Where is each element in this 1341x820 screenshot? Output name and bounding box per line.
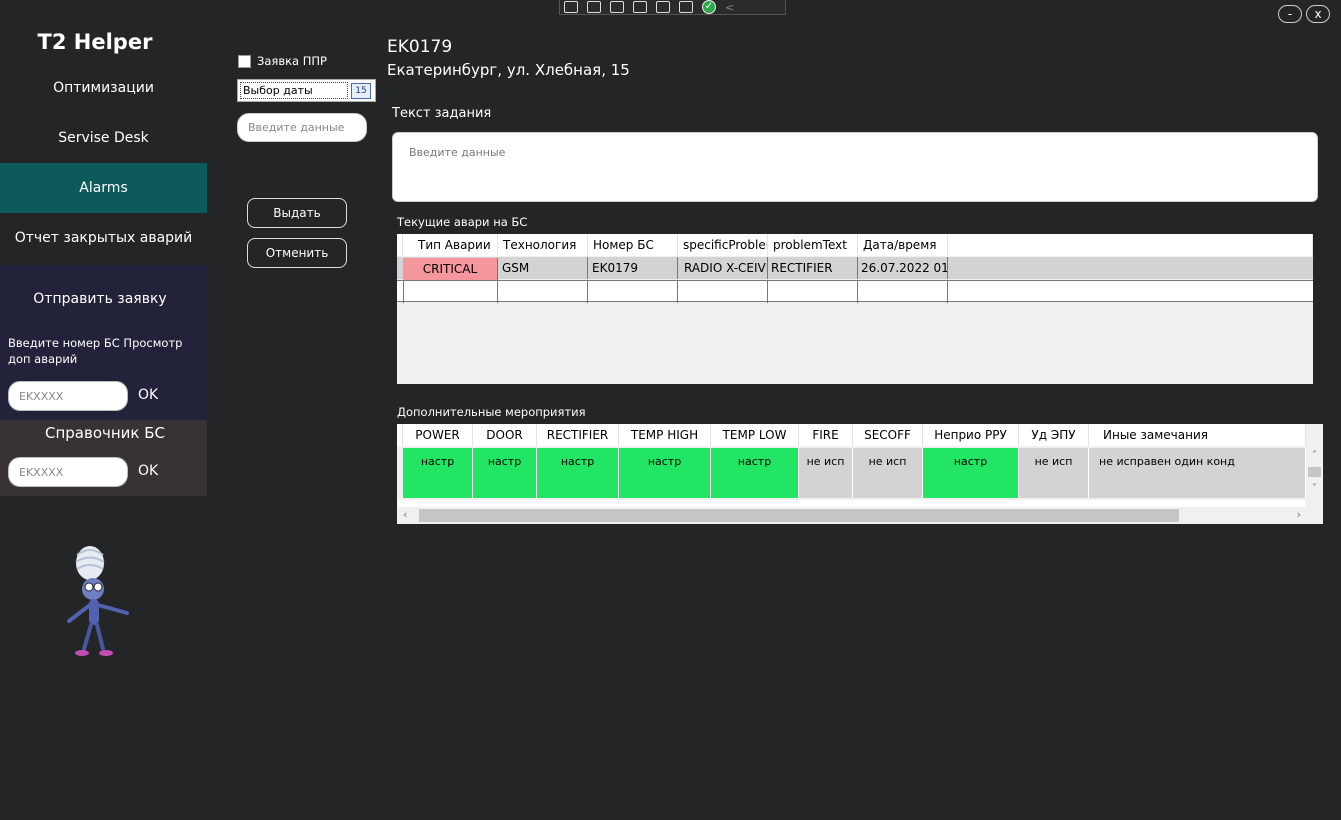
task-text-area[interactable]: Введите данные [392,132,1318,202]
column-header[interactable]: Дата/время [858,234,948,256]
bs-number-input[interactable]: EKXXXX [8,381,128,411]
column-header[interactable]: Тип Аварии [403,234,498,256]
task-text-label: Текст задания [392,106,492,121]
check-icon[interactable]: ✓ [702,0,716,14]
calendar-icon[interactable]: 15 [351,83,371,99]
select-icon[interactable] [656,1,670,13]
column-header[interactable]: Иные замечания [1089,424,1306,446]
scroll-right-icon[interactable]: › [1297,508,1301,521]
column-header[interactable]: Уд ЭПУ [1019,424,1089,446]
app-title: T2 Helper [37,30,153,54]
camera-icon[interactable] [587,1,601,13]
current-alarms-label: Текущие авари на БС [397,215,528,229]
nav-item-service-desk[interactable]: Servise Desk [0,113,207,163]
empty-cell[interactable] [403,281,498,303]
next-row-stub [397,500,1306,507]
bs-reference-title: Справочник БС [44,424,166,442]
settings-icon[interactable] [564,1,578,13]
column-header[interactable]: Технология [498,234,588,256]
bs-number-prompt: Введите номер БС Просмотр доп аварий [8,336,183,366]
problem-text-cell[interactable]: RECTIFIER [768,257,858,279]
mascot-image [67,546,129,656]
other-remarks-cell[interactable]: не исправен один конд [1089,448,1306,498]
send-request-title[interactable]: Отправить заявку [0,291,200,307]
date-field[interactable]: Выбор даты [240,82,348,99]
empty-cell[interactable] [768,281,858,303]
pointer-icon[interactable] [610,1,624,13]
sidebar: T2 Helper Оптимизации Servise Desk Alarm… [0,0,207,820]
current-alarms-grid: Тип Аварии Технология Номер БС specificP… [397,234,1313,384]
technology-cell[interactable]: GSM [498,257,588,279]
send-request-panel: Отправить заявку Введите номер БС Просмо… [0,265,207,420]
column-header[interactable]: SECOFF [853,424,923,446]
non-priority-rru-cell[interactable]: настр [923,448,1019,498]
empty-cell[interactable] [858,281,948,303]
column-header[interactable]: FIRE [799,424,853,446]
column-header[interactable]: TEMP HIGH [619,424,711,446]
alarm-type-cell[interactable]: CRITICAL [403,258,498,280]
request-data-input[interactable]: Введите данные [237,113,367,142]
ppr-request-checkbox[interactable] [238,55,251,68]
door-cell[interactable]: настр [473,448,537,498]
site-address: Екатеринбург, ул. Хлебная, 15 [387,61,630,79]
nav-item-optimizations[interactable]: Оптимизации [0,63,207,113]
column-header[interactable]: POWER [403,424,473,446]
bs-number-cell[interactable]: EK0179 [588,257,678,279]
gear-icon[interactable] [679,1,693,13]
minimize-button[interactable]: - [1278,5,1302,23]
column-header[interactable]: problemText [768,234,858,256]
column-header[interactable]: Неприо РРУ [923,424,1019,446]
temp-high-cell[interactable]: настр [619,448,711,498]
column-header[interactable]: Номер БС [588,234,678,256]
column-header[interactable]: DOOR [473,424,537,446]
nav-item-alarms[interactable]: Alarms [0,163,207,213]
remote-epu-cell[interactable]: не исп [1019,448,1089,498]
specific-problem-cell[interactable]: RADIO X-CEIVER [678,257,768,279]
empty-cell[interactable] [678,281,768,303]
fire-cell[interactable]: не исп [799,448,853,498]
issue-button[interactable]: Выдать [247,198,347,228]
cancel-button[interactable]: Отменить [247,238,347,268]
frame-icon[interactable] [633,1,647,13]
bs-reference-ok-button[interactable]: OK [138,463,158,479]
datetime-cell[interactable]: 26.07.2022 01:10 [858,257,948,279]
rectifier-cell[interactable]: настр [537,448,619,498]
empty-cell[interactable] [588,281,678,303]
additional-measures-grid: POWER DOOR RECTIFIER TEMP HIGH TEMP LOW … [397,424,1323,524]
chevron-left-icon[interactable]: < [725,1,734,14]
nav-item-closed-alarms-report[interactable]: Отчет закрытых аварий [0,213,207,263]
column-header[interactable]: TEMP LOW [711,424,799,446]
ppr-request-label: Заявка ППР [257,54,327,68]
top-toolbar: ✓ < [559,0,786,15]
vertical-scrollbar[interactable]: ˄ ˅ [1306,446,1323,508]
power-cell[interactable]: настр [403,448,473,498]
scroll-left-icon[interactable]: ‹ [403,508,407,521]
scroll-thumb[interactable] [419,509,1179,522]
empty-cell[interactable] [498,281,588,303]
additional-measures-label: Дополнительные мероприятия [397,405,586,419]
bs-number-ok-button[interactable]: OK [138,387,158,403]
secoff-cell[interactable]: не исп [853,448,923,498]
bs-reference-input[interactable]: EKXXXX [8,457,128,487]
column-header[interactable]: specificProblem [678,234,768,256]
bs-reference-panel: Справочник БС EKXXXX OK [0,420,207,496]
temp-low-cell[interactable]: настр [711,448,799,498]
column-header-filler [948,234,1313,256]
close-button[interactable]: x [1306,5,1330,23]
column-header[interactable]: RECTIFIER [537,424,619,446]
site-id: EK0179 [387,37,453,57]
horizontal-scrollbar[interactable]: ‹ › [397,507,1323,524]
date-picker[interactable]: Выбор даты 15 [237,79,376,102]
